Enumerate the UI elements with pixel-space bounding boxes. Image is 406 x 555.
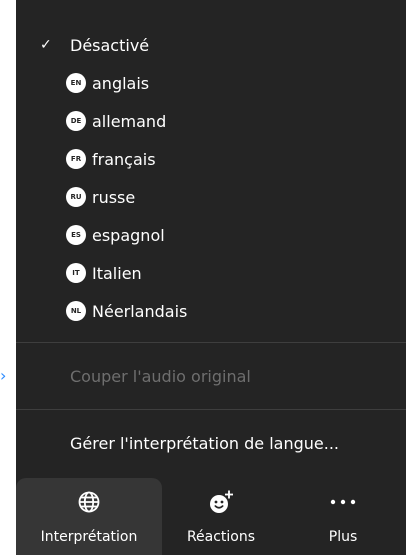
checkmark-icon: ✓ <box>40 37 52 53</box>
more-button[interactable]: Plus <box>280 478 406 555</box>
menu-item-italian[interactable]: IT Italien <box>16 254 406 292</box>
menu-item-label: français <box>92 149 156 169</box>
menu-item-label: Néerlandais <box>92 301 188 321</box>
menu-item-off[interactable]: ✓ Désactivé <box>16 26 406 64</box>
language-badge-icon: IT <box>66 263 86 283</box>
language-menu: ✓ Désactivé EN anglais DE allemand FR fr… <box>16 26 406 476</box>
add-reaction-icon <box>207 488 235 516</box>
interpretation-button[interactable]: Interprétation <box>16 478 162 555</box>
menu-item-russian[interactable]: RU russe <box>16 178 406 216</box>
menu-item-dutch[interactable]: NL Néerlandais <box>16 292 406 330</box>
menu-item-spanish[interactable]: ES espagnol <box>16 216 406 254</box>
interpretation-panel: ✓ Désactivé EN anglais DE allemand FR fr… <box>16 0 406 555</box>
language-badge-icon: NL <box>66 301 86 321</box>
ellipsis-icon <box>329 488 357 516</box>
manage-interpretation-label: Gérer l'interprétation de langue... <box>70 433 340 453</box>
menu-item-label: espagnol <box>92 225 165 245</box>
language-badge-icon: EN <box>66 73 86 93</box>
manage-interpretation-item[interactable]: Gérer l'interprétation de langue... <box>16 410 406 476</box>
menu-item-english[interactable]: EN anglais <box>16 64 406 102</box>
mute-original-audio-label: Couper l'audio original <box>70 366 251 386</box>
menu-item-label: allemand <box>92 111 167 131</box>
more-label: Plus <box>328 529 358 545</box>
reactions-label: Réactions <box>186 529 256 545</box>
menu-item-label: Désactivé <box>70 35 150 55</box>
globe-icon <box>77 488 101 516</box>
language-badge-icon: FR <box>66 149 86 169</box>
menu-item-label: anglais <box>92 73 150 93</box>
menu-item-german[interactable]: DE allemand <box>16 102 406 140</box>
menu-item-label: Italien <box>92 263 142 283</box>
menu-item-french[interactable]: FR français <box>16 140 406 178</box>
language-badge-icon: DE <box>66 111 86 131</box>
language-badge-icon: RU <box>66 187 86 207</box>
menu-item-label: russe <box>92 187 136 207</box>
interpretation-label: Interprétation <box>40 529 138 545</box>
pointer-arrow-icon: › <box>0 366 7 385</box>
meeting-toolbar: Interprétation Réactions Plus <box>16 478 406 555</box>
language-badge-icon: ES <box>66 225 86 245</box>
mute-original-audio-item: Couper l'audio original <box>16 343 406 409</box>
reactions-button[interactable]: Réactions <box>162 478 280 555</box>
